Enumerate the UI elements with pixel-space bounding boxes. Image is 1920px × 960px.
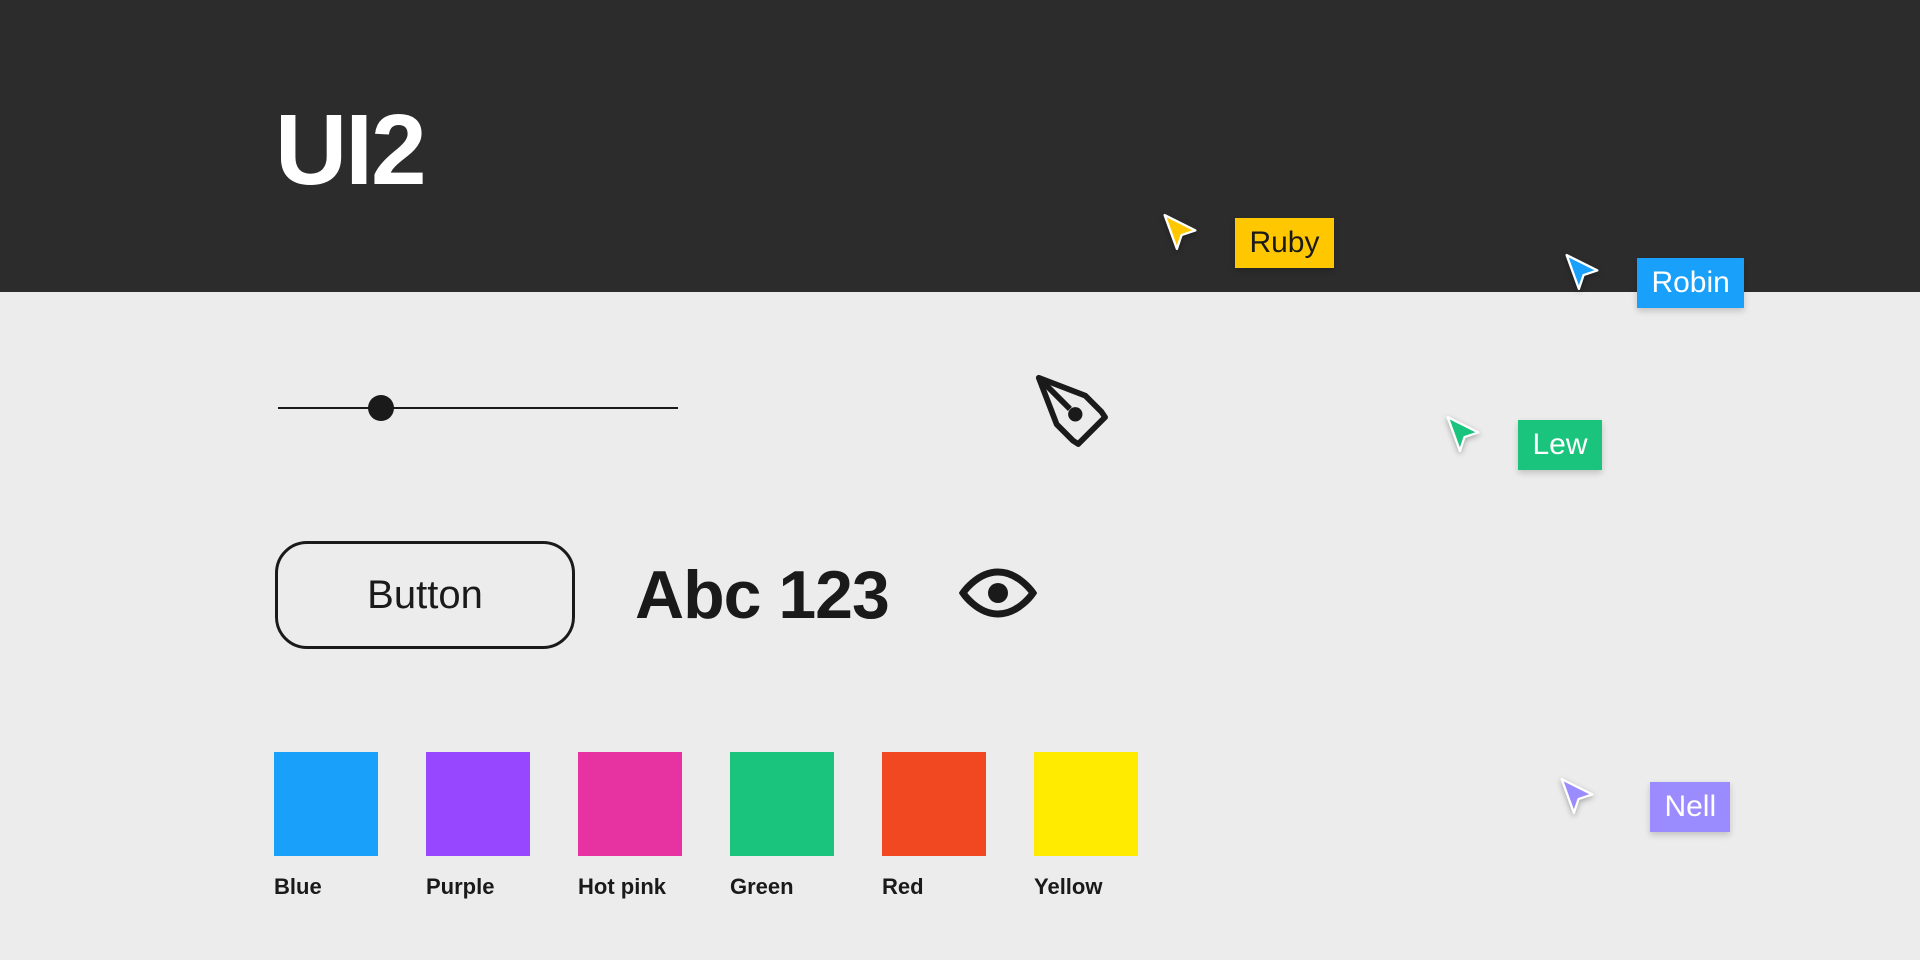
swatch-label: Purple — [426, 874, 530, 900]
color-swatches: Blue Purple Hot pink Green Red Yellow — [274, 752, 1138, 900]
swatch-box — [730, 752, 834, 856]
swatch-hot-pink[interactable]: Hot pink — [578, 752, 682, 900]
typography-sample: Abc 123 — [635, 556, 889, 634]
slider-track — [278, 407, 678, 409]
page-title: UI2 — [275, 93, 425, 208]
cursor-arrow-icon — [1563, 252, 1601, 292]
swatch-label: Red — [882, 874, 986, 900]
cursor-nametag: Nell — [1650, 782, 1730, 832]
pen-nib-icon — [1028, 367, 1114, 458]
swatch-label: Hot pink — [578, 874, 682, 900]
swatch-blue[interactable]: Blue — [274, 752, 378, 900]
cursor-nametag: Lew — [1518, 420, 1601, 470]
cursor-arrow-icon — [1161, 212, 1199, 252]
swatch-yellow[interactable]: Yellow — [1034, 752, 1138, 900]
swatch-box — [1034, 752, 1138, 856]
cursor-nametag: Robin — [1637, 258, 1743, 308]
multiplayer-cursor-ruby: Ruby — [1161, 212, 1334, 268]
button-label: Button — [367, 573, 483, 618]
swatch-red[interactable]: Red — [882, 752, 986, 900]
header: UI2 — [0, 0, 1920, 292]
eye-icon — [959, 568, 1037, 623]
slider-thumb[interactable] — [368, 395, 394, 421]
sample-button[interactable]: Button — [275, 541, 575, 649]
cursor-arrow-icon — [1444, 414, 1482, 454]
swatch-label: Green — [730, 874, 834, 900]
cursor-nametag: Ruby — [1235, 218, 1333, 268]
multiplayer-cursor-robin: Robin — [1563, 252, 1744, 308]
swatch-label: Yellow — [1034, 874, 1138, 900]
multiplayer-cursor-nell: Nell — [1558, 776, 1730, 832]
swatch-label: Blue — [274, 874, 378, 900]
cursor-arrow-icon — [1558, 776, 1596, 816]
multiplayer-cursor-lew: Lew — [1444, 414, 1602, 470]
swatch-box — [882, 752, 986, 856]
swatch-box — [578, 752, 682, 856]
swatch-box — [274, 752, 378, 856]
slider[interactable] — [278, 395, 678, 421]
swatch-green[interactable]: Green — [730, 752, 834, 900]
swatch-purple[interactable]: Purple — [426, 752, 530, 900]
swatch-box — [426, 752, 530, 856]
